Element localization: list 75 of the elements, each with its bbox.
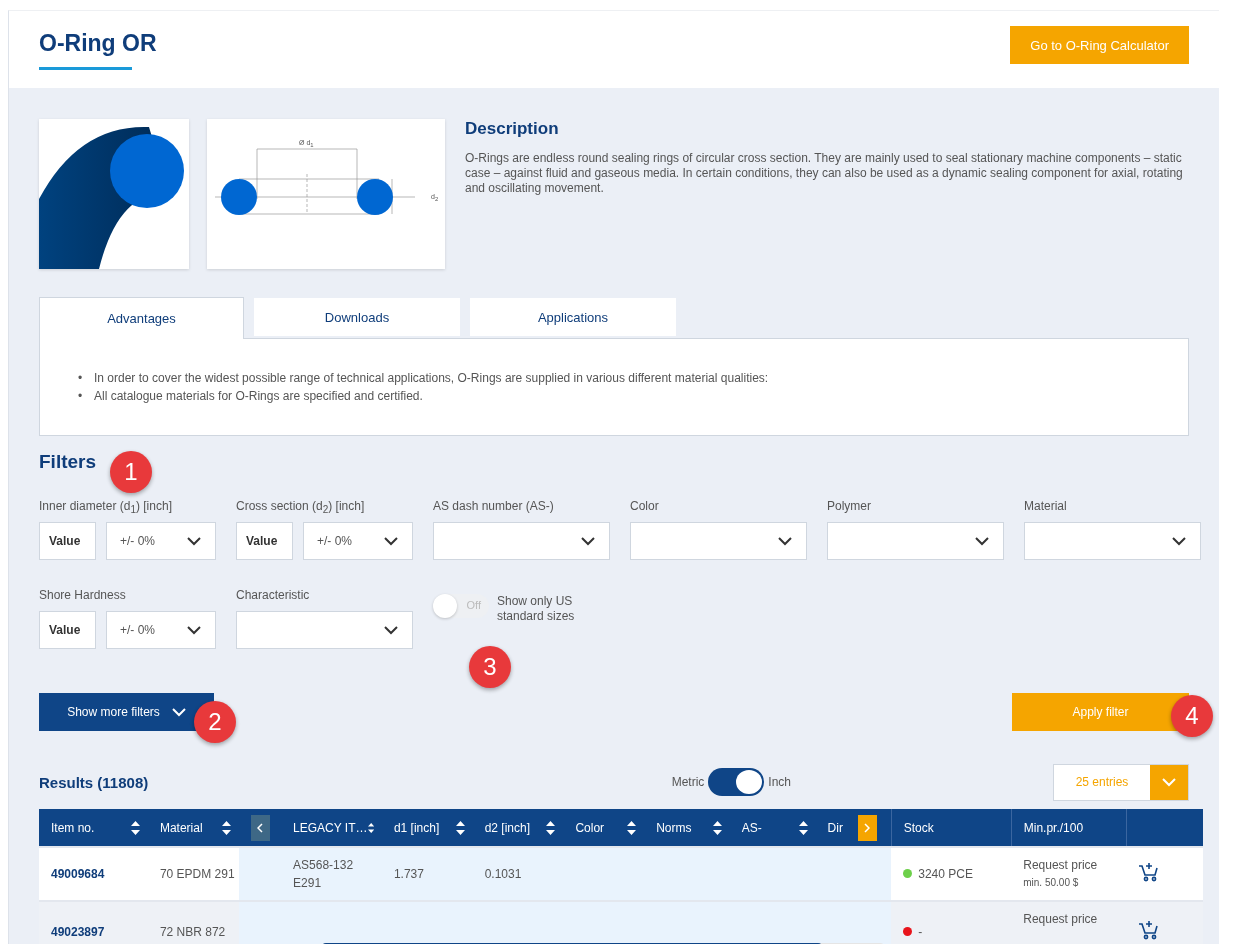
chevron-down-icon xyxy=(1172,536,1186,546)
stock-amount: - xyxy=(918,925,923,939)
chevron-down-icon xyxy=(187,625,201,635)
scroll-left-button[interactable] xyxy=(250,814,270,841)
filter-label: Inner diameter (d$_{1}$) [inch] xyxy=(39,499,173,515)
value-input[interactable]: Value xyxy=(39,611,96,649)
results-title: Results (11808) xyxy=(39,773,150,791)
sort-icon[interactable] xyxy=(627,820,637,835)
value-input[interactable]: Value xyxy=(236,522,293,560)
advantage-item: All catalogue materials for O-Rings are specified and certified. xyxy=(94,388,423,405)
sort-icon[interactable] xyxy=(455,820,465,835)
sort-icon[interactable] xyxy=(130,820,140,835)
chevron-left-icon xyxy=(257,822,264,833)
unit-label: Inch xyxy=(768,775,791,789)
column-header[interactable]: AS- xyxy=(729,809,816,847)
column-header[interactable]: LEGACY IT… xyxy=(281,809,382,847)
chevron-down-icon xyxy=(384,625,398,635)
column-header: Stock xyxy=(891,809,1012,847)
tab[interactable]: Applications xyxy=(470,298,676,336)
filter-label: Color xyxy=(630,499,660,515)
table-cell: 0.1031 xyxy=(484,867,522,881)
price-text: Request price xyxy=(1023,857,1099,874)
column-header[interactable]: d2 [inch] xyxy=(472,809,564,847)
tab[interactable]: Downloads xyxy=(254,298,460,336)
value-input[interactable]: Value xyxy=(39,522,96,560)
list-bullet: • xyxy=(78,388,84,405)
filter-label: Characteristic xyxy=(236,588,311,604)
chevron-down-icon xyxy=(187,536,201,546)
sort-icon[interactable] xyxy=(221,820,231,835)
column-header[interactable]: Color xyxy=(563,809,645,847)
material-cell: 72 NBR 872 xyxy=(147,901,239,944)
column-header: Min.pr./100 xyxy=(1011,809,1127,847)
add-to-cart-icon[interactable] xyxy=(1138,860,1161,883)
description-title: Description xyxy=(465,119,560,139)
advantage-item: In order to cover the widest possible range of technical applications, O-Rings are supplied in various different material qualities: xyxy=(94,370,769,387)
filter-label: Shore Hardness xyxy=(39,588,127,604)
column-header[interactable]: d1 [inch] xyxy=(381,809,473,847)
filter-label: Material xyxy=(1024,499,1068,515)
list-bullet: • xyxy=(78,370,84,387)
minimum-order-text: min. 50.00 $ xyxy=(1023,876,1080,890)
tolerance-select[interactable]: +/- 0% xyxy=(106,522,216,560)
column-header[interactable]: Dir xyxy=(815,809,858,847)
tolerance-select[interactable]: +/- 0% xyxy=(303,522,413,560)
filter-label: AS dash number (AS-) xyxy=(433,499,555,515)
table-cell: AS568-132 E291 xyxy=(293,858,354,890)
unit-toggle[interactable] xyxy=(708,768,765,796)
stock-amount: 3240 PCE xyxy=(918,867,973,881)
chevron-down-icon xyxy=(1162,777,1176,787)
column-header[interactable]: Norms xyxy=(644,809,730,847)
sort-icon[interactable] xyxy=(546,820,556,835)
filter-label: Polymer xyxy=(827,499,872,515)
chevron-down-icon xyxy=(581,536,595,546)
filters-title: Filters xyxy=(39,451,97,473)
sort-icon[interactable] xyxy=(712,820,722,835)
chevron-down-icon xyxy=(975,536,989,546)
price-text: Request price xyxy=(1023,911,1099,928)
chevron-right-icon xyxy=(864,822,871,833)
table-cell: 1.737 xyxy=(393,867,424,881)
material-cell: 70 EPDM 291 xyxy=(147,847,239,901)
tolerance-select[interactable]: +/- 0% xyxy=(106,611,216,649)
unit-label: Metric xyxy=(671,775,705,789)
sort-icon[interactable] xyxy=(798,820,808,835)
column-header[interactable]: Item no. xyxy=(39,809,148,847)
filter-label: Cross section (d$_{2}$) [inch] xyxy=(236,499,366,515)
add-to-cart-icon[interactable] xyxy=(1138,918,1161,941)
column-header[interactable]: Material xyxy=(147,809,239,847)
chevron-down-icon xyxy=(778,536,792,546)
chevron-down-icon xyxy=(171,707,186,717)
tab[interactable]: Advantages xyxy=(39,297,244,339)
description-text: O-Rings are endless round sealing rings of circular cross section. They are mainly used to seal stationary machine components – static case – against fluid and gaseous media. In certain conditions, they can also be used as a dynamic sealing component for axial, rotating and oscillating movement. xyxy=(465,151,1184,196)
page-title: O-Ring OR xyxy=(39,29,157,57)
item-number[interactable]: 49009684 xyxy=(39,847,148,901)
sort-icon[interactable] xyxy=(367,820,374,835)
chevron-down-icon xyxy=(384,536,398,546)
toggle-label: Show only US standard sizes xyxy=(497,594,576,624)
